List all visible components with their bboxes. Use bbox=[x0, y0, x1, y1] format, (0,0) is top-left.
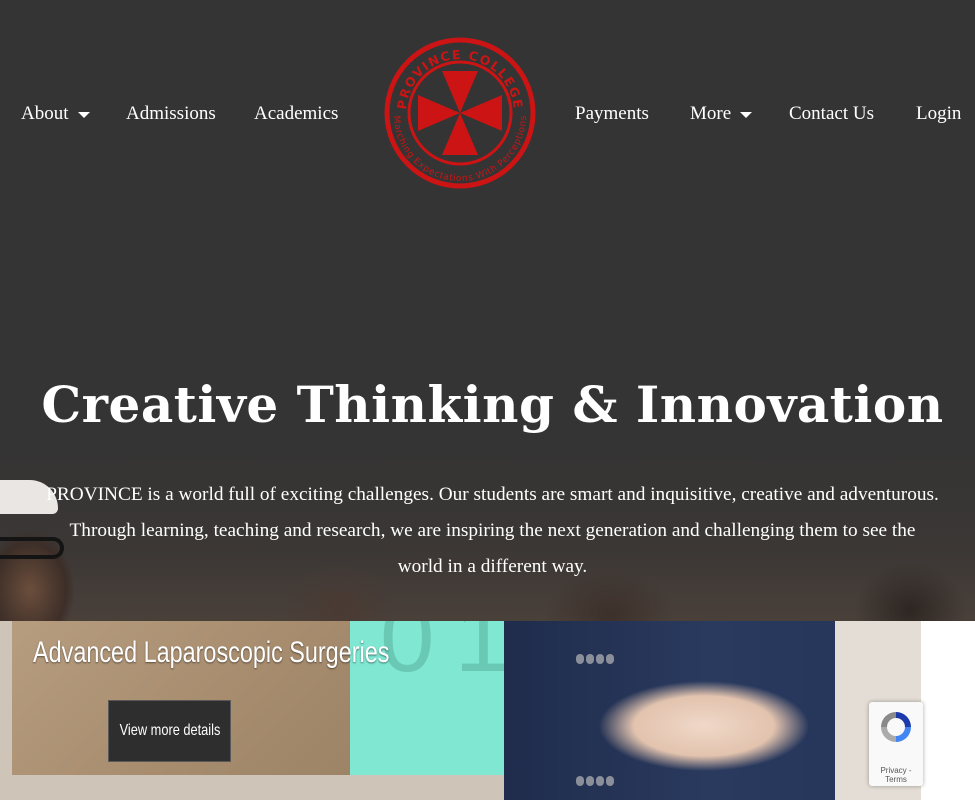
nav-login[interactable]: Login bbox=[916, 100, 961, 128]
suit-buttons bbox=[576, 771, 618, 786]
nav-academics[interactable]: Academics bbox=[254, 100, 338, 128]
nav-login-label: Login bbox=[916, 103, 962, 124]
nav-more-label: More bbox=[690, 103, 732, 124]
chevron-down-icon bbox=[77, 111, 90, 118]
banner-slide: 01 Advanced Laparoscopic Surgeries View … bbox=[0, 621, 975, 800]
banner-heading: Advanced Laparoscopic Surgeries bbox=[33, 636, 390, 669]
banner-suit-photo bbox=[504, 621, 921, 800]
recaptcha-icon bbox=[881, 712, 911, 742]
view-more-details-button[interactable]: View more details bbox=[108, 700, 231, 762]
nav-payments-label: Payments bbox=[575, 103, 649, 124]
recaptcha-badge[interactable]: Privacy - Terms bbox=[869, 702, 923, 786]
nav-contact-us-label: Contact Us bbox=[789, 103, 874, 124]
college-logo[interactable]: PROVINCE COLLEGE Marching Expectations W… bbox=[382, 31, 538, 193]
nav-academics-label: Academics bbox=[254, 103, 339, 124]
logo-cross-emblem bbox=[418, 71, 502, 155]
nav-contact-us[interactable]: Contact Us bbox=[789, 100, 874, 128]
nav-more[interactable]: More bbox=[690, 100, 753, 128]
recaptcha-privacy-terms[interactable]: Privacy - Terms bbox=[869, 766, 923, 784]
nav-payments[interactable]: Payments bbox=[575, 100, 649, 128]
chevron-down-icon bbox=[740, 111, 753, 118]
nav-admissions[interactable]: Admissions bbox=[126, 100, 216, 128]
hero-description: PROVINCE is a world full of exciting cha… bbox=[46, 484, 939, 577]
view-more-details-label: View more details bbox=[119, 722, 220, 739]
suit-buttons bbox=[576, 649, 618, 664]
hero-section: About Admissions Academics PROVINCE COLL… bbox=[0, 0, 975, 621]
nav-admissions-label: Admissions bbox=[126, 103, 216, 124]
nav-about-label: About bbox=[21, 103, 69, 124]
nav-about[interactable]: About bbox=[21, 100, 90, 128]
hero-title: Creative Thinking & Innovation bbox=[41, 375, 944, 434]
